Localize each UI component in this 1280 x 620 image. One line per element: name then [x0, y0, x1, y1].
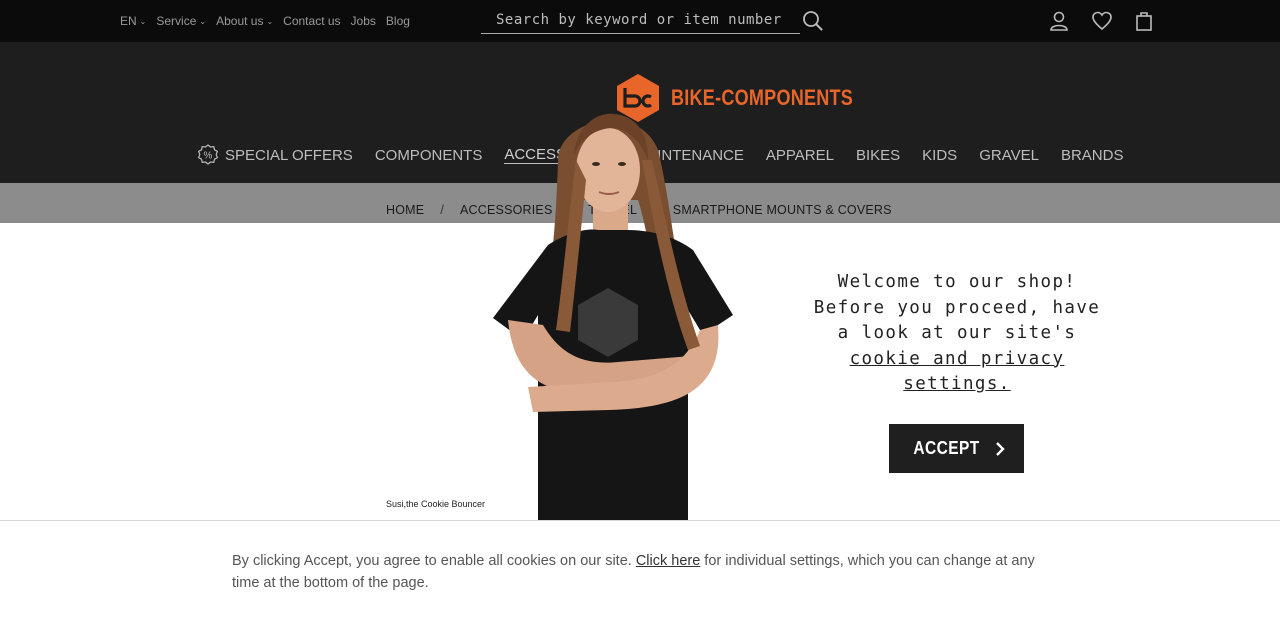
heart-icon[interactable] — [1091, 10, 1113, 32]
search-input[interactable] — [481, 8, 800, 32]
nav-item-brands[interactable]: BRANDS — [1061, 147, 1124, 164]
blog-link[interactable]: Blog — [386, 14, 410, 28]
nav-item-kids[interactable]: KIDS — [922, 147, 957, 164]
image-caption: Susi,the Cookie Bouncer — [386, 499, 486, 509]
breadcrumb-separator: / — [440, 203, 444, 217]
top-links: EN ⌄ Service ⌄ About us ⌄ Contact us Jobs B… — [120, 14, 410, 28]
nav-item-bikes[interactable]: BIKES — [856, 147, 900, 164]
chevron-right-icon — [996, 441, 1005, 456]
top-bar: EN ⌄ Service ⌄ About us ⌄ Contact us Jobs B… — [0, 0, 1280, 42]
chevron-down-icon: ⌄ — [266, 16, 274, 26]
percent-badge-icon: % — [197, 144, 219, 165]
consent-footer: By clicking Accept, you agree to enable … — [0, 520, 1280, 620]
jobs-link[interactable]: Jobs — [351, 14, 376, 28]
consent-text: By clicking Accept, you agree to enable … — [232, 553, 1035, 591]
service-menu[interactable]: Service ⌄ — [156, 14, 206, 28]
accept-button[interactable]: ACCEPT — [889, 424, 1024, 473]
chevron-down-icon: ⌄ — [199, 16, 207, 26]
nav-item-gravel[interactable]: GRAVEL — [979, 147, 1039, 164]
welcome-message: Welcome to our shop! Before you proceed,… — [813, 272, 1101, 395]
search-icon[interactable] — [802, 10, 824, 32]
cookie-settings-link[interactable]: cookie and privacy settings. — [850, 349, 1065, 395]
contact-us-link[interactable]: Contact us — [283, 14, 340, 28]
svg-text:%: % — [204, 151, 213, 162]
language-selector[interactable]: EN ⌄ — [120, 14, 146, 28]
chevron-down-icon: ⌄ — [139, 16, 147, 26]
user-icon[interactable] — [1049, 10, 1069, 32]
nav-item-apparel[interactable]: APPAREL — [766, 147, 834, 164]
individual-settings-link[interactable]: Click here — [636, 553, 700, 569]
nav-item-special-offers[interactable]: % SPECIAL OFFERS — [197, 144, 353, 166]
search-field — [481, 8, 800, 34]
about-us-menu[interactable]: About us ⌄ — [216, 14, 273, 28]
cart-icon[interactable] — [1134, 10, 1154, 32]
cookie-bouncer-photo — [493, 113, 733, 520]
nav-item-components[interactable]: COMPONENTS — [375, 147, 483, 164]
breadcrumb-home[interactable]: HOME — [386, 203, 424, 217]
